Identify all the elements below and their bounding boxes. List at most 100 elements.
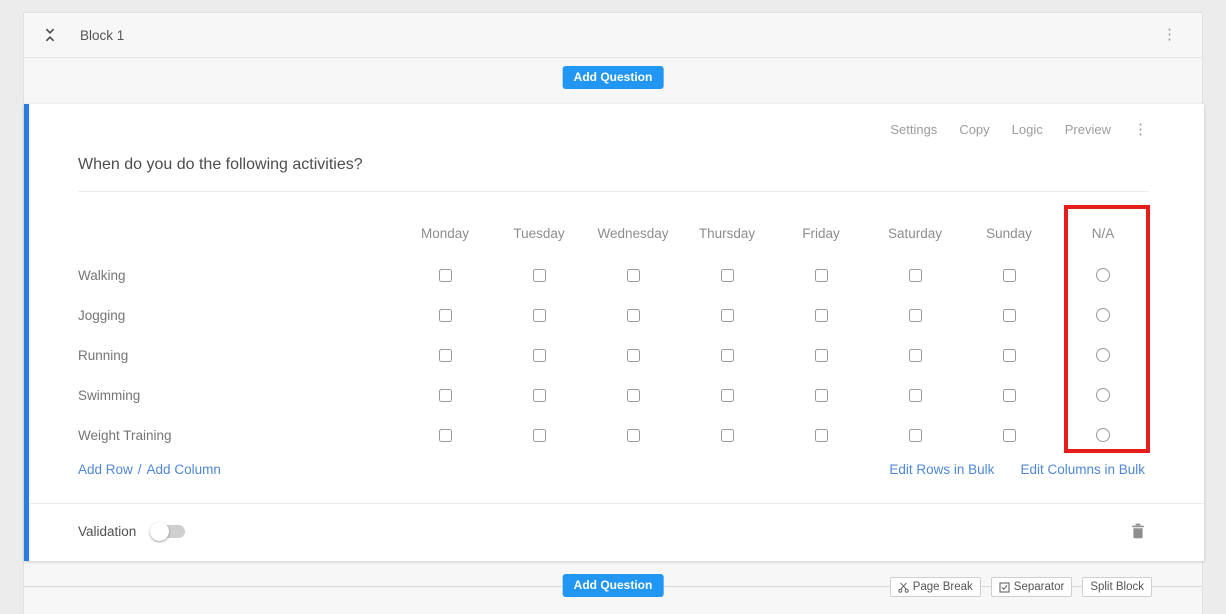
na-radio[interactable] <box>1096 268 1110 282</box>
copy-button[interactable]: Copy <box>959 122 989 137</box>
day-checkbox[interactable] <box>627 309 640 322</box>
column-header-saturday: Saturday <box>868 226 962 241</box>
edit-rows-bulk-link[interactable]: Edit Rows in Bulk <box>889 461 994 479</box>
matrix-cell <box>398 389 492 402</box>
day-checkbox[interactable] <box>815 269 828 282</box>
day-checkbox[interactable] <box>439 349 452 362</box>
na-radio[interactable] <box>1096 388 1110 402</box>
add-row-link[interactable]: Add Row <box>78 461 133 479</box>
day-checkbox[interactable] <box>909 349 922 362</box>
matrix-cell <box>868 269 962 282</box>
matrix-cell <box>492 349 586 362</box>
matrix-cell <box>586 389 680 402</box>
day-checkbox[interactable] <box>721 389 734 402</box>
row-label: Swimming <box>78 388 398 403</box>
logic-button[interactable]: Logic <box>1012 122 1043 137</box>
na-radio[interactable] <box>1096 348 1110 362</box>
matrix-row: Walking <box>78 255 1150 295</box>
day-checkbox[interactable] <box>439 389 452 402</box>
day-checkbox[interactable] <box>721 269 734 282</box>
matrix-cell <box>774 429 868 442</box>
matrix-cell <box>962 429 1056 442</box>
day-checkbox[interactable] <box>909 269 922 282</box>
day-checkbox[interactable] <box>1003 429 1016 442</box>
add-question-button-bottom[interactable]: Add Question <box>563 574 664 597</box>
question-toolbar: Settings Copy Logic Preview ⋮ <box>890 122 1148 137</box>
day-checkbox[interactable] <box>909 429 922 442</box>
matrix-cell <box>398 309 492 322</box>
day-checkbox[interactable] <box>627 429 640 442</box>
day-checkbox[interactable] <box>815 429 828 442</box>
day-checkbox[interactable] <box>627 389 640 402</box>
preview-button[interactable]: Preview <box>1065 122 1111 137</box>
edit-columns-bulk-link[interactable]: Edit Columns in Bulk <box>1020 461 1145 479</box>
day-checkbox[interactable] <box>439 429 452 442</box>
day-checkbox[interactable] <box>533 269 546 282</box>
matrix-row: Running <box>78 335 1150 375</box>
row-label: Weight Training <box>78 428 398 443</box>
separator-button[interactable]: Separator <box>991 577 1073 597</box>
block-menu-kebab-icon[interactable]: ⋮ <box>1162 27 1177 42</box>
day-checkbox[interactable] <box>1003 309 1016 322</box>
question-title[interactable]: When do you do the following activities? <box>78 156 363 174</box>
day-checkbox[interactable] <box>1003 389 1016 402</box>
collapse-block-icon[interactable] <box>44 27 56 43</box>
day-checkbox[interactable] <box>909 309 922 322</box>
day-checkbox[interactable] <box>721 309 734 322</box>
matrix-cell <box>492 389 586 402</box>
matrix-cell <box>774 389 868 402</box>
page-break-button[interactable]: Page Break <box>890 577 981 597</box>
checked-box-icon <box>999 582 1010 593</box>
matrix-cell <box>680 269 774 282</box>
day-checkbox[interactable] <box>1003 349 1016 362</box>
matrix-cell <box>680 349 774 362</box>
column-header-friday: Friday <box>774 226 868 241</box>
day-checkbox[interactable] <box>1003 269 1016 282</box>
day-checkbox[interactable] <box>533 429 546 442</box>
matrix-cell <box>868 389 962 402</box>
day-checkbox[interactable] <box>533 309 546 322</box>
add-question-button-top[interactable]: Add Question <box>563 66 664 89</box>
row-label: Jogging <box>78 308 398 323</box>
na-radio[interactable] <box>1096 428 1110 442</box>
day-checkbox[interactable] <box>627 349 640 362</box>
matrix-cell <box>868 349 962 362</box>
add-column-link[interactable]: Add Column <box>147 461 221 479</box>
column-header-n-a: N/A <box>1056 226 1150 241</box>
page-break-label: Page Break <box>913 581 973 593</box>
bulk-edit-links: Edit Rows in Bulk Edit Columns in Bulk <box>889 461 1145 479</box>
row-column-links: Add Row / Add Column <box>78 461 221 479</box>
day-checkbox[interactable] <box>721 429 734 442</box>
matrix-table: MondayTuesdayWednesdayThursdayFridaySatu… <box>78 211 1150 455</box>
matrix-cell <box>680 309 774 322</box>
delete-question-trash-icon[interactable] <box>1131 523 1145 539</box>
day-checkbox[interactable] <box>627 269 640 282</box>
matrix-cell <box>586 309 680 322</box>
matrix-cell <box>1056 428 1150 442</box>
links-slash: / <box>138 461 142 479</box>
validation-toggle[interactable] <box>152 525 185 538</box>
validation-divider <box>29 503 1204 504</box>
day-checkbox[interactable] <box>533 349 546 362</box>
matrix-cell <box>398 349 492 362</box>
matrix-cell <box>962 269 1056 282</box>
na-radio[interactable] <box>1096 308 1110 322</box>
settings-button[interactable]: Settings <box>890 122 937 137</box>
day-checkbox[interactable] <box>815 349 828 362</box>
day-checkbox[interactable] <box>815 389 828 402</box>
day-checkbox[interactable] <box>909 389 922 402</box>
matrix-cell <box>680 429 774 442</box>
matrix-cell <box>398 429 492 442</box>
matrix-cell <box>586 429 680 442</box>
day-checkbox[interactable] <box>721 349 734 362</box>
question-card: Settings Copy Logic Preview ⋮ When do yo… <box>24 104 1204 561</box>
day-checkbox[interactable] <box>533 389 546 402</box>
split-block-button[interactable]: Split Block <box>1082 577 1152 597</box>
matrix-cell <box>680 389 774 402</box>
question-menu-kebab-icon[interactable]: ⋮ <box>1133 122 1148 137</box>
day-checkbox[interactable] <box>439 269 452 282</box>
matrix-links-row: Add Row / Add Column Edit Rows in Bulk E… <box>78 461 1145 479</box>
day-checkbox[interactable] <box>439 309 452 322</box>
block-header: Block 1 ⋮ <box>24 13 1202 58</box>
day-checkbox[interactable] <box>815 309 828 322</box>
